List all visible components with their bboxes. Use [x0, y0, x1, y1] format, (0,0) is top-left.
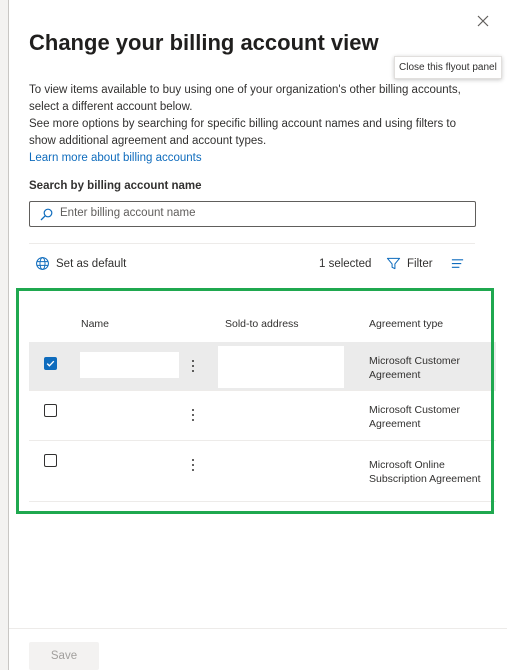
panel-description: To view items available to buy using one… [29, 82, 479, 167]
learn-more-link[interactable]: Learn more about billing accounts [29, 150, 202, 167]
set-as-default-label: Set as default [56, 257, 127, 270]
filter-icon [386, 257, 401, 270]
search-input[interactable] [60, 204, 460, 222]
description-line-2: See more options by searching for specif… [29, 118, 457, 147]
search-box [29, 201, 476, 227]
toolbar-divider [29, 243, 475, 244]
column-options-button[interactable] [450, 256, 465, 271]
selected-count: 1 selected [319, 258, 372, 270]
save-button[interactable]: Save [29, 642, 99, 670]
search-icon [40, 208, 53, 221]
footer-divider [9, 628, 507, 629]
close-tooltip: Close this flyout panel [394, 56, 502, 79]
close-button[interactable] [470, 8, 496, 34]
filter-label: Filter [407, 257, 433, 270]
description-line-1: To view items available to buy using one… [29, 84, 461, 113]
search-label: Search by billing account name [29, 180, 202, 192]
panel-title: Change your billing account view [29, 30, 379, 55]
close-icon [477, 15, 489, 27]
globe-icon [36, 257, 49, 270]
list-menu-icon [451, 259, 464, 268]
background-edge [0, 0, 9, 670]
table-highlight-box [16, 288, 494, 514]
filter-button[interactable]: Filter [386, 256, 433, 271]
set-as-default-button[interactable]: Set as default [35, 256, 126, 271]
